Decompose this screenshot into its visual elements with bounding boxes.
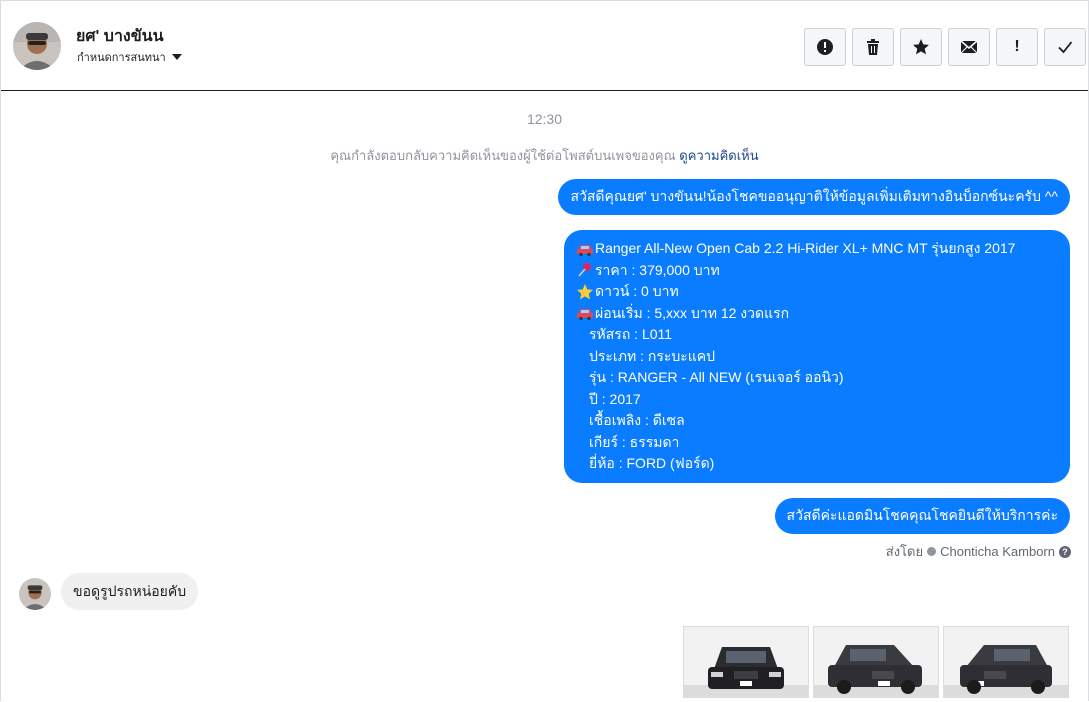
sender-name[interactable]: Chonticha Kamborn <box>940 544 1055 559</box>
mark-unread-button[interactable] <box>948 28 990 66</box>
car-type-text: ประเภท : กระบะแคป <box>589 347 716 364</box>
contact-avatar-small[interactable] <box>19 578 51 610</box>
contact-avatar[interactable] <box>13 22 61 70</box>
car-code-text: รหัสรถ : L011 <box>589 326 673 342</box>
notice-text: คุณกำลังตอบกลับความคิดเห็นของผู้ใช้ต่อโพ… <box>330 148 680 163</box>
assign-label: กำหนดการสนทนา <box>77 52 166 64</box>
outgoing-message-bubble[interactable]: สวัสดีค่ะแอดมินโชคคุณโชคยินดีให้บริการค่… <box>774 498 1070 534</box>
contact-name[interactable]: ยศ' บางขันน <box>76 24 164 49</box>
mark-done-button[interactable] <box>1044 28 1086 66</box>
price-text: ราคา : 379,000 บาท <box>595 261 720 278</box>
exclamation-icon: ! <box>1014 38 1020 55</box>
car-gear-text: เกียร์ : ธรรมดา <box>589 433 680 450</box>
message-text: ขอดูรูปรถหน่อยคับ <box>73 582 187 599</box>
message-timestamp: 12:30 <box>526 111 563 127</box>
installment-text: ผ่อนเริ่ม : 5,xxx บาท 12 งวดแรก <box>595 304 790 321</box>
star-button[interactable] <box>900 28 942 66</box>
mark-spam-button[interactable] <box>804 28 846 66</box>
car-brand-text: ยี่ห้อ : FORD (ฟอร์ด) <box>589 455 715 471</box>
verified-dot-icon <box>927 547 937 556</box>
alert-circle-icon <box>817 39 833 55</box>
car-photo[interactable] <box>813 626 939 698</box>
follow-up-button[interactable]: ! <box>996 28 1038 66</box>
checkmark-icon <box>1058 41 1073 54</box>
envelope-icon <box>960 40 978 54</box>
incoming-message-bubble[interactable]: ขอดูรูปรถหน่อยคับ <box>61 573 199 610</box>
car-year-text: ปี : 2017 <box>589 390 641 407</box>
star-icon <box>913 39 929 55</box>
star-emoji-icon <box>577 283 593 300</box>
message-text: สวัสดีค่ะแอดมินโชคคุณโชคยินดีให้บริการค่… <box>786 507 1058 523</box>
car-fuel-text: เชื้อเพลิง : ดีเซล <box>589 412 685 428</box>
car-model-text: รุ่น : RANGER - All NEW (เรนเจอร์ ออนิว) <box>589 369 844 385</box>
conversation-header: ยศ' บางขันน กำหนดการสนทนา ! <box>1 1 1088 91</box>
assign-conversation-dropdown[interactable]: กำหนดการสนทนา <box>77 48 182 66</box>
car-photo[interactable] <box>943 626 1069 698</box>
outgoing-message-bubble[interactable]: Ranger All-New Open Cab 2.2 Hi-Rider XL+… <box>564 230 1070 483</box>
car-photo[interactable] <box>683 626 809 698</box>
outgoing-message-bubble[interactable]: สวัสดีคุณยศ' บางขันน!น้องโชคขออนุญาติให้… <box>558 179 1070 215</box>
help-icon[interactable]: ? <box>1059 545 1071 558</box>
inbox-conversation-panel: ยศ' บางขันน กำหนดการสนทนา ! 12:30 คุณกำล… <box>0 0 1089 701</box>
car-icon <box>577 244 593 256</box>
trash-icon <box>867 39 879 55</box>
car-title: Ranger All-New Open Cab 2.2 Hi-Rider XL+… <box>595 240 1016 256</box>
pushpin-icon <box>578 263 591 277</box>
conversation-toolbar: ! <box>804 28 1086 66</box>
caret-down-icon <box>171 54 182 60</box>
comment-reply-notice: คุณกำลังตอบกลับความคิดเห็นของผู้ใช้ต่อโพ… <box>1 145 1088 166</box>
view-comment-link[interactable]: ดูความคิดเห็น <box>679 148 758 163</box>
car-icon <box>577 309 593 321</box>
delete-button[interactable] <box>852 28 894 66</box>
photo-attachments <box>683 626 1069 698</box>
down-payment-text: ดาวน์ : 0 บาท <box>595 283 679 299</box>
message-text: สวัสดีคุณยศ' บางขันน!น้องโชคขออนุญาติให้… <box>570 188 1058 204</box>
sent-by-label: ส่งโดย <box>885 544 924 559</box>
sent-by-info: ส่งโดย Chonticha Kamborn ? <box>886 541 1071 562</box>
